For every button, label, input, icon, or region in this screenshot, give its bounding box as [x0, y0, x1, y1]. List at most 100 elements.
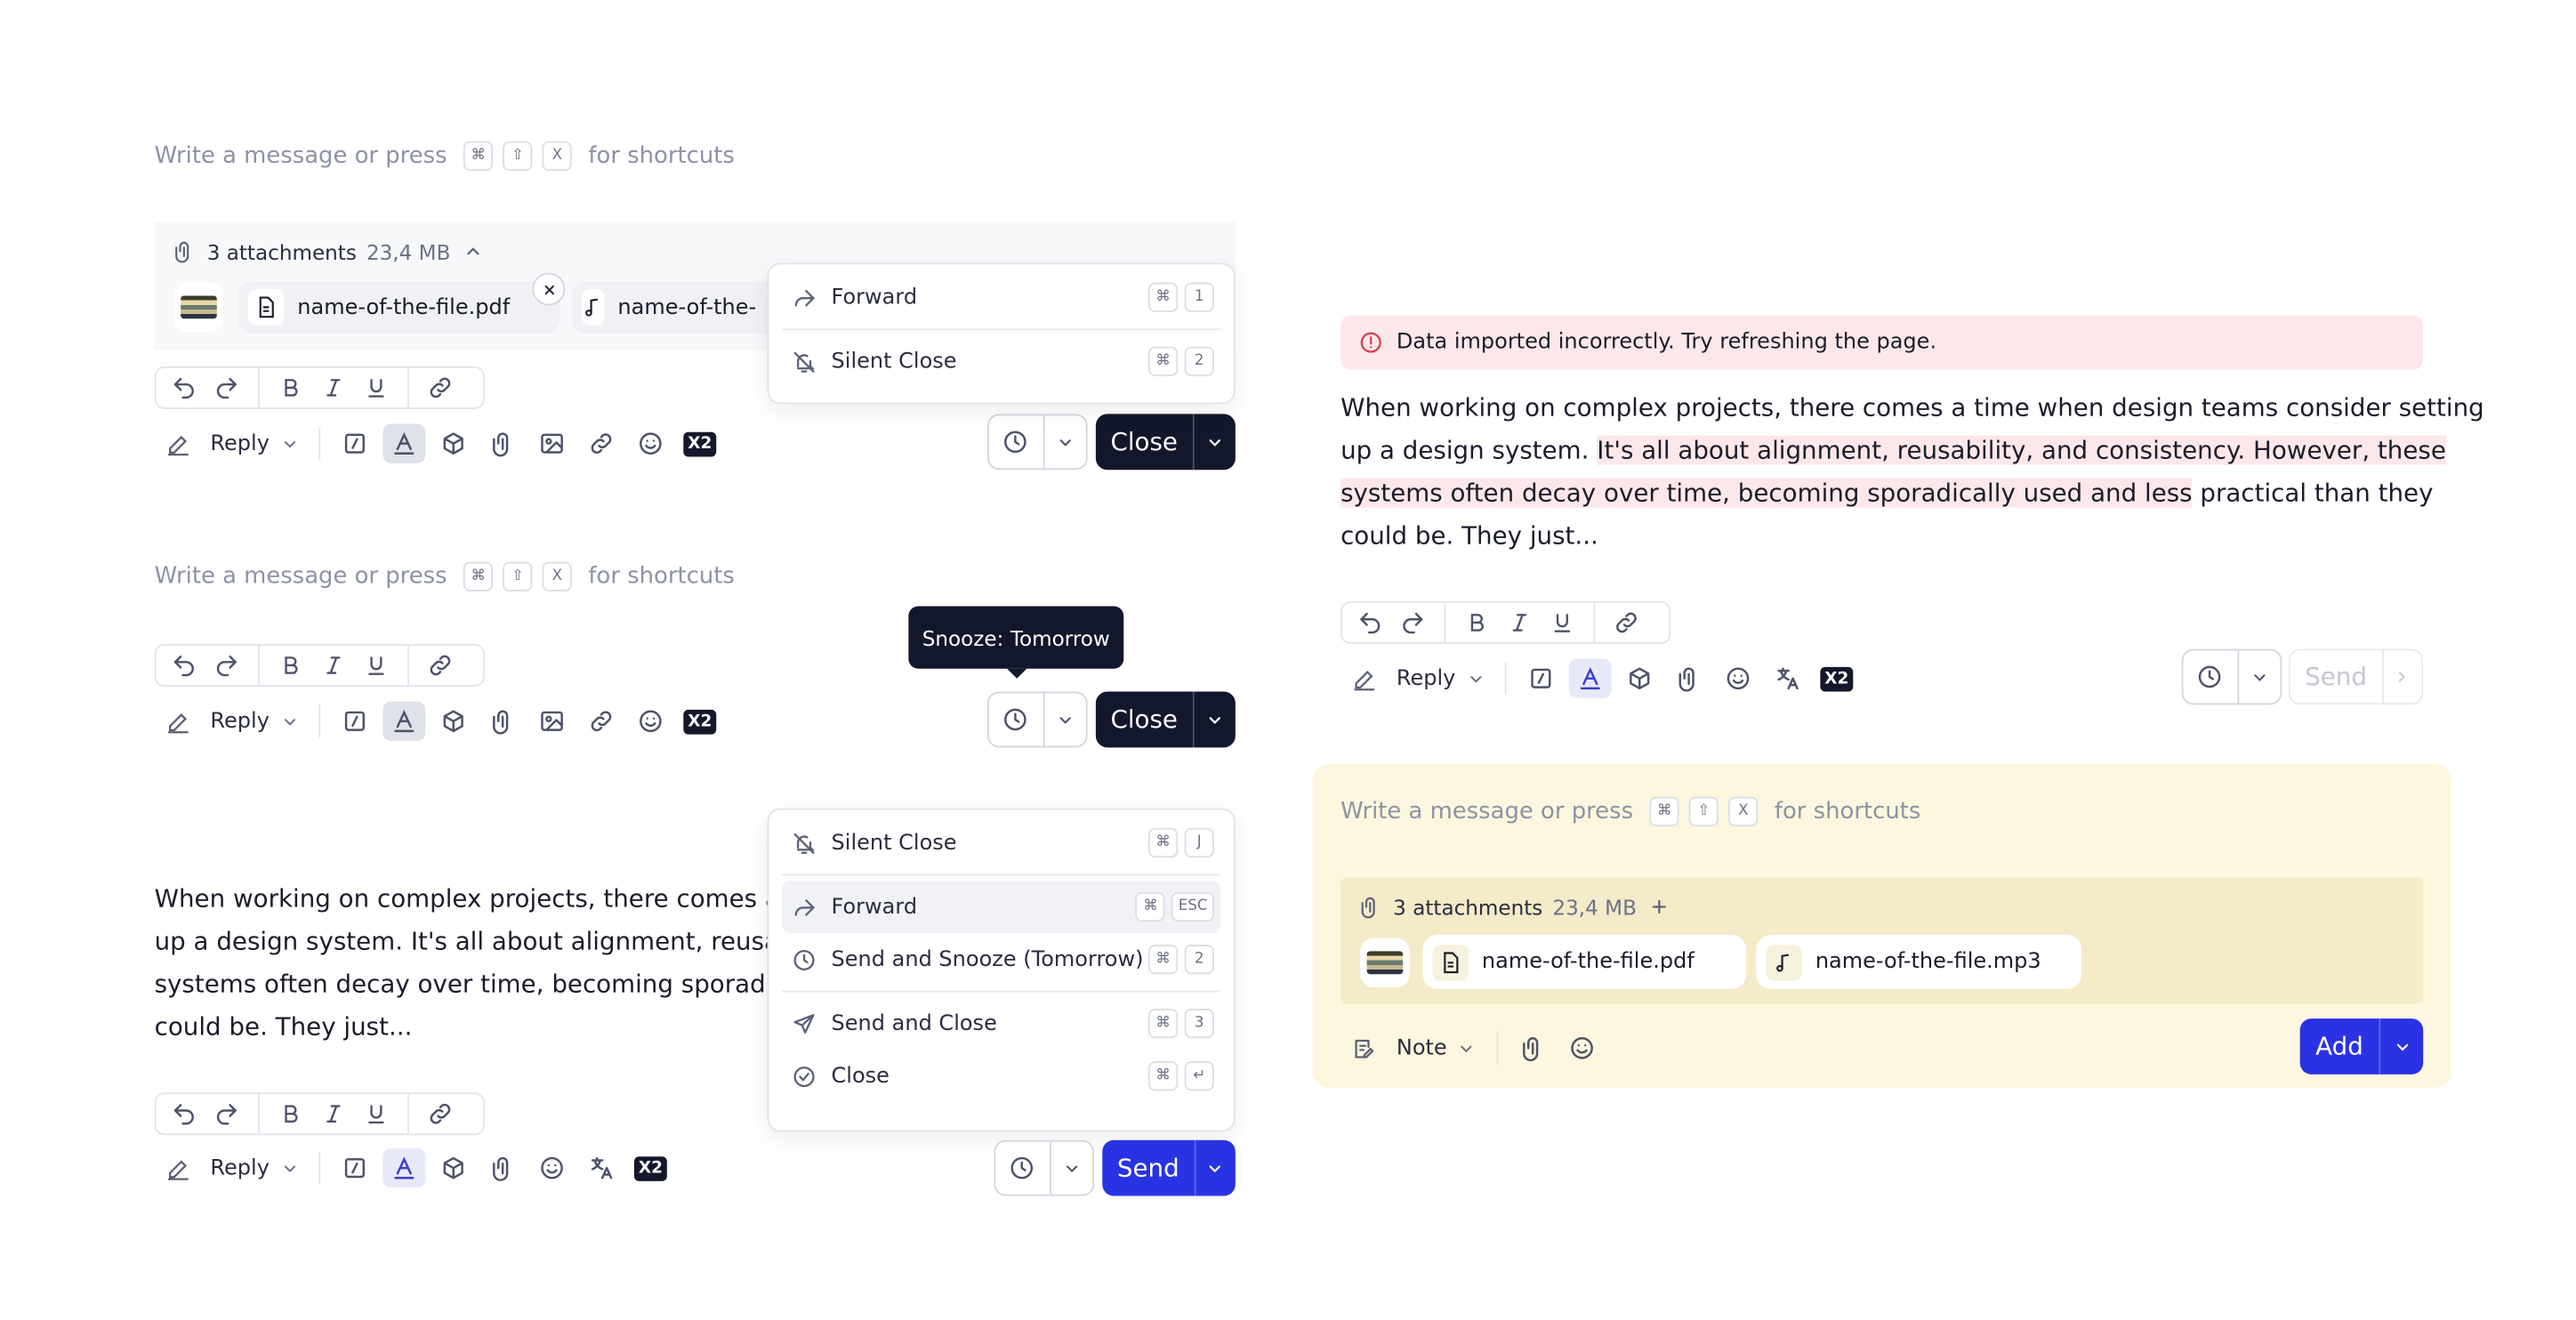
chevron-down-icon[interactable]	[2379, 1018, 2423, 1075]
send-button[interactable]: Send	[2288, 648, 2382, 705]
plus-icon[interactable]	[1646, 894, 1673, 921]
underline-icon[interactable]	[355, 646, 398, 685]
message-body-right[interactable]: When working on complex projects, there …	[1340, 386, 2484, 557]
slash-command-icon[interactable]	[334, 1148, 376, 1187]
italic-icon[interactable]	[1498, 603, 1541, 642]
image-icon[interactable]	[531, 702, 574, 741]
emoji-icon[interactable]	[531, 1148, 574, 1187]
link-icon[interactable]	[419, 1094, 462, 1133]
chevron-up-icon[interactable]	[461, 238, 487, 265]
undo-icon[interactable]	[163, 1094, 205, 1133]
clock-icon[interactable]	[2184, 650, 2238, 703]
x2-ai-icon[interactable]: X2	[679, 424, 721, 463]
underline-icon[interactable]	[355, 368, 398, 407]
redo-icon[interactable]	[205, 368, 248, 407]
menu-item-send-and-snooze[interactable]: Send and Snooze (Tomorrow) ⌘ 2	[782, 933, 1220, 986]
paperclip-icon[interactable]	[481, 702, 524, 741]
menu-item-forward[interactable]: Forward ⌘ 1	[782, 271, 1220, 324]
cube-icon[interactable]	[1618, 659, 1661, 698]
translate-icon[interactable]	[1766, 659, 1808, 698]
emoji-icon[interactable]	[1717, 659, 1759, 698]
bold-icon[interactable]	[270, 368, 312, 407]
note-mode-dropdown[interactable]: Note	[1340, 1026, 1486, 1069]
undo-icon[interactable]	[163, 368, 205, 407]
remove-attachment-close-icon[interactable]	[532, 272, 566, 306]
image-icon[interactable]	[531, 424, 574, 463]
menu-item-close[interactable]: Close ⌘ ↵	[782, 1050, 1220, 1102]
text-format-icon[interactable]	[382, 701, 426, 741]
menu-item-send-and-close[interactable]: Send and Close ⌘ 3	[782, 997, 1220, 1050]
attachment-chip-mp3[interactable]: name-of-the-file.mp3	[1756, 934, 2082, 989]
emoji-icon[interactable]	[629, 424, 672, 463]
underline-icon[interactable]	[1541, 603, 1583, 642]
italic-icon[interactable]	[312, 1094, 355, 1133]
chevron-right-icon[interactable]	[2381, 648, 2424, 705]
chevron-down-icon[interactable]	[1051, 1142, 1092, 1195]
bold-icon[interactable]	[270, 1094, 312, 1133]
clock-icon[interactable]	[995, 1142, 1050, 1195]
chevron-down-icon[interactable]	[1044, 693, 1085, 745]
chevron-down-icon[interactable]	[2239, 650, 2280, 703]
close-button[interactable]: Close	[1096, 692, 1193, 748]
cube-icon[interactable]	[432, 424, 475, 463]
italic-icon[interactable]	[312, 646, 355, 685]
paperclip-icon[interactable]	[1511, 1028, 1554, 1067]
cube-icon[interactable]	[432, 1148, 475, 1187]
attachment-thumbnail[interactable]	[173, 282, 224, 333]
send-button[interactable]: Send	[1102, 1140, 1194, 1196]
text-format-icon[interactable]	[382, 1147, 426, 1188]
cube-icon[interactable]	[432, 702, 475, 741]
chevron-down-icon[interactable]	[1044, 415, 1085, 468]
x2-ai-icon[interactable]: X2	[629, 1148, 672, 1187]
undo-icon[interactable]	[1348, 603, 1391, 642]
paperclip-icon[interactable]	[481, 1148, 524, 1187]
link-icon[interactable]	[580, 702, 623, 741]
attachment-chip-pdf[interactable]: name-of-the-file.pdf	[237, 280, 560, 334]
italic-icon[interactable]	[312, 368, 355, 407]
reply-mode-dropdown[interactable]: Reply	[155, 423, 310, 465]
redo-icon[interactable]	[205, 646, 248, 685]
bold-icon[interactable]	[270, 646, 312, 685]
emoji-icon[interactable]	[629, 702, 672, 741]
slash-command-icon[interactable]	[334, 702, 376, 741]
attachment-chip-pdf[interactable]: name-of-the-file.pdf	[1422, 934, 1747, 989]
link-icon[interactable]	[580, 424, 623, 463]
menu-item-forward[interactable]: Forward ⌘ ESC	[782, 880, 1221, 934]
add-button[interactable]: Add	[2300, 1018, 2379, 1075]
text-format-icon[interactable]	[1568, 658, 1612, 698]
close-button[interactable]: Close	[1096, 414, 1193, 470]
text-format-icon[interactable]	[382, 423, 426, 463]
reply-mode-dropdown[interactable]: Reply	[155, 1147, 310, 1189]
undo-icon[interactable]	[163, 646, 205, 685]
clock-icon[interactable]	[989, 415, 1043, 468]
slash-command-icon[interactable]	[334, 424, 376, 463]
translate-icon[interactable]	[580, 1148, 623, 1187]
link-icon[interactable]	[1605, 603, 1647, 642]
bold-icon[interactable]	[1455, 603, 1498, 642]
attachment-thumbnail[interactable]	[1360, 938, 1410, 987]
chevron-down-icon[interactable]	[1192, 414, 1236, 471]
chevron-down-icon[interactable]	[1194, 1139, 1236, 1196]
composer-2-placeholder[interactable]: Write a message or press ⌘ ⇧ X for short…	[155, 561, 735, 592]
message-body-3[interactable]: When working on complex projects, there …	[155, 877, 771, 1048]
attachment-chip-mp3[interactable]: name-of-the-	[571, 280, 769, 334]
reply-mode-dropdown[interactable]: Reply	[1340, 657, 1495, 700]
paperclip-icon[interactable]	[481, 424, 524, 463]
emoji-icon[interactable]	[1560, 1028, 1603, 1067]
link-icon[interactable]	[419, 368, 462, 407]
x2-ai-icon[interactable]: X2	[1815, 659, 1858, 698]
link-icon[interactable]	[419, 646, 462, 685]
reply-mode-dropdown[interactable]: Reply	[155, 700, 310, 743]
composer-1-placeholder[interactable]: Write a message or press ⌘ ⇧ X for short…	[155, 141, 735, 172]
chevron-down-icon[interactable]	[1192, 691, 1236, 748]
clock-icon[interactable]	[989, 693, 1043, 745]
redo-icon[interactable]	[1391, 603, 1434, 642]
x2-ai-icon[interactable]: X2	[679, 702, 721, 741]
underline-icon[interactable]	[355, 1094, 398, 1133]
slash-command-icon[interactable]	[1519, 659, 1562, 698]
paperclip-icon[interactable]	[1668, 659, 1711, 698]
menu-item-silent-close[interactable]: Silent Close ⌘ 2	[782, 335, 1220, 388]
note-placeholder[interactable]: Write a message or press ⌘ ⇧ X for short…	[1340, 796, 1920, 826]
menu-item-silent-close[interactable]: Silent Close ⌘ J	[782, 817, 1220, 869]
redo-icon[interactable]	[205, 1094, 248, 1133]
